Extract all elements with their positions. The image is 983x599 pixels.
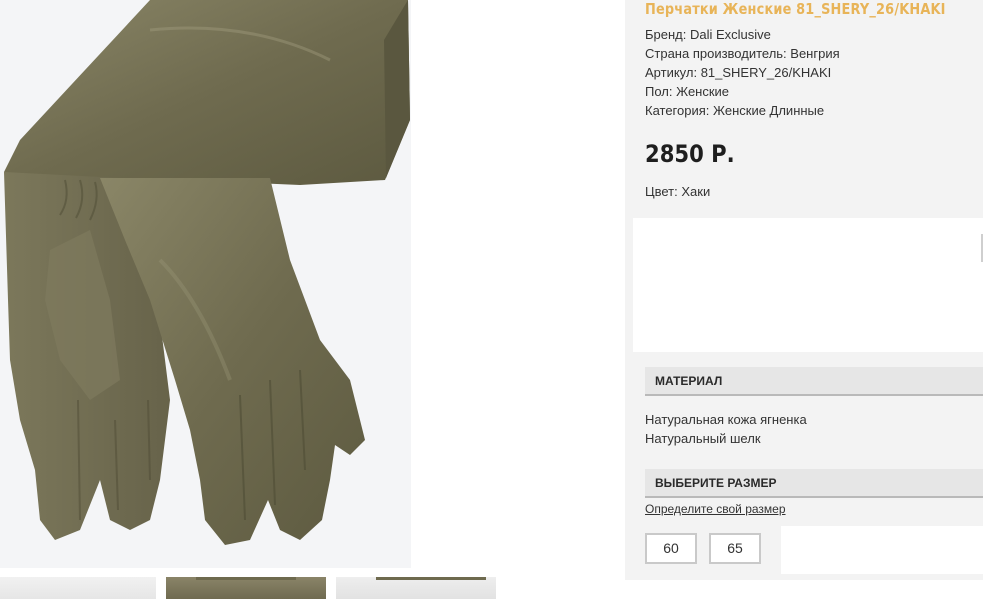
product-price: 2850 Р. [645,140,735,168]
gloves-illustration [0,0,411,568]
thumbnail-1[interactable] [0,577,156,599]
size-options-background [781,526,983,574]
product-color: Цвет: Хаки [645,184,711,199]
attribute-country: Страна производитель: Венгрия [645,46,840,61]
size-guide-link[interactable]: Определите свой размер [645,502,786,516]
material-list: Натуральная кожа ягненка Натуральный шел… [645,410,807,448]
material-item: Натуральная кожа ягненка [645,412,807,427]
material-item: Натуральный шелк [645,431,761,446]
thumbnail-3[interactable] [336,577,496,599]
product-title: Перчатки Женские 81_SHERY_26/KHAKI [645,0,946,18]
product-attributes: Бренд: Dali Exclusive Страна производите… [645,25,840,120]
attribute-article: Артикул: 81_SHERY_26/KHAKI [645,65,832,80]
size-option-60[interactable]: 60 [645,533,697,564]
attribute-brand: Бренд: Dali Exclusive [645,27,771,42]
product-info-panel: Перчатки Женские 81_SHERY_26/KHAKI Бренд… [625,0,983,580]
main-product-image[interactable] [0,0,411,568]
attribute-gender: Пол: Женские [645,84,730,99]
product-gallery [0,0,625,599]
size-options: 60 65 [633,526,983,574]
size-section-header: ВЫБЕРИТЕ РАЗМЕР [645,469,983,498]
size-option-65[interactable]: 65 [709,533,761,564]
thumbnail-2[interactable] [166,577,326,599]
attribute-category: Категория: Женские Длинные [645,103,825,118]
material-section-header: МАТЕРИАЛ [645,367,983,396]
color-swatch-area [633,218,983,352]
